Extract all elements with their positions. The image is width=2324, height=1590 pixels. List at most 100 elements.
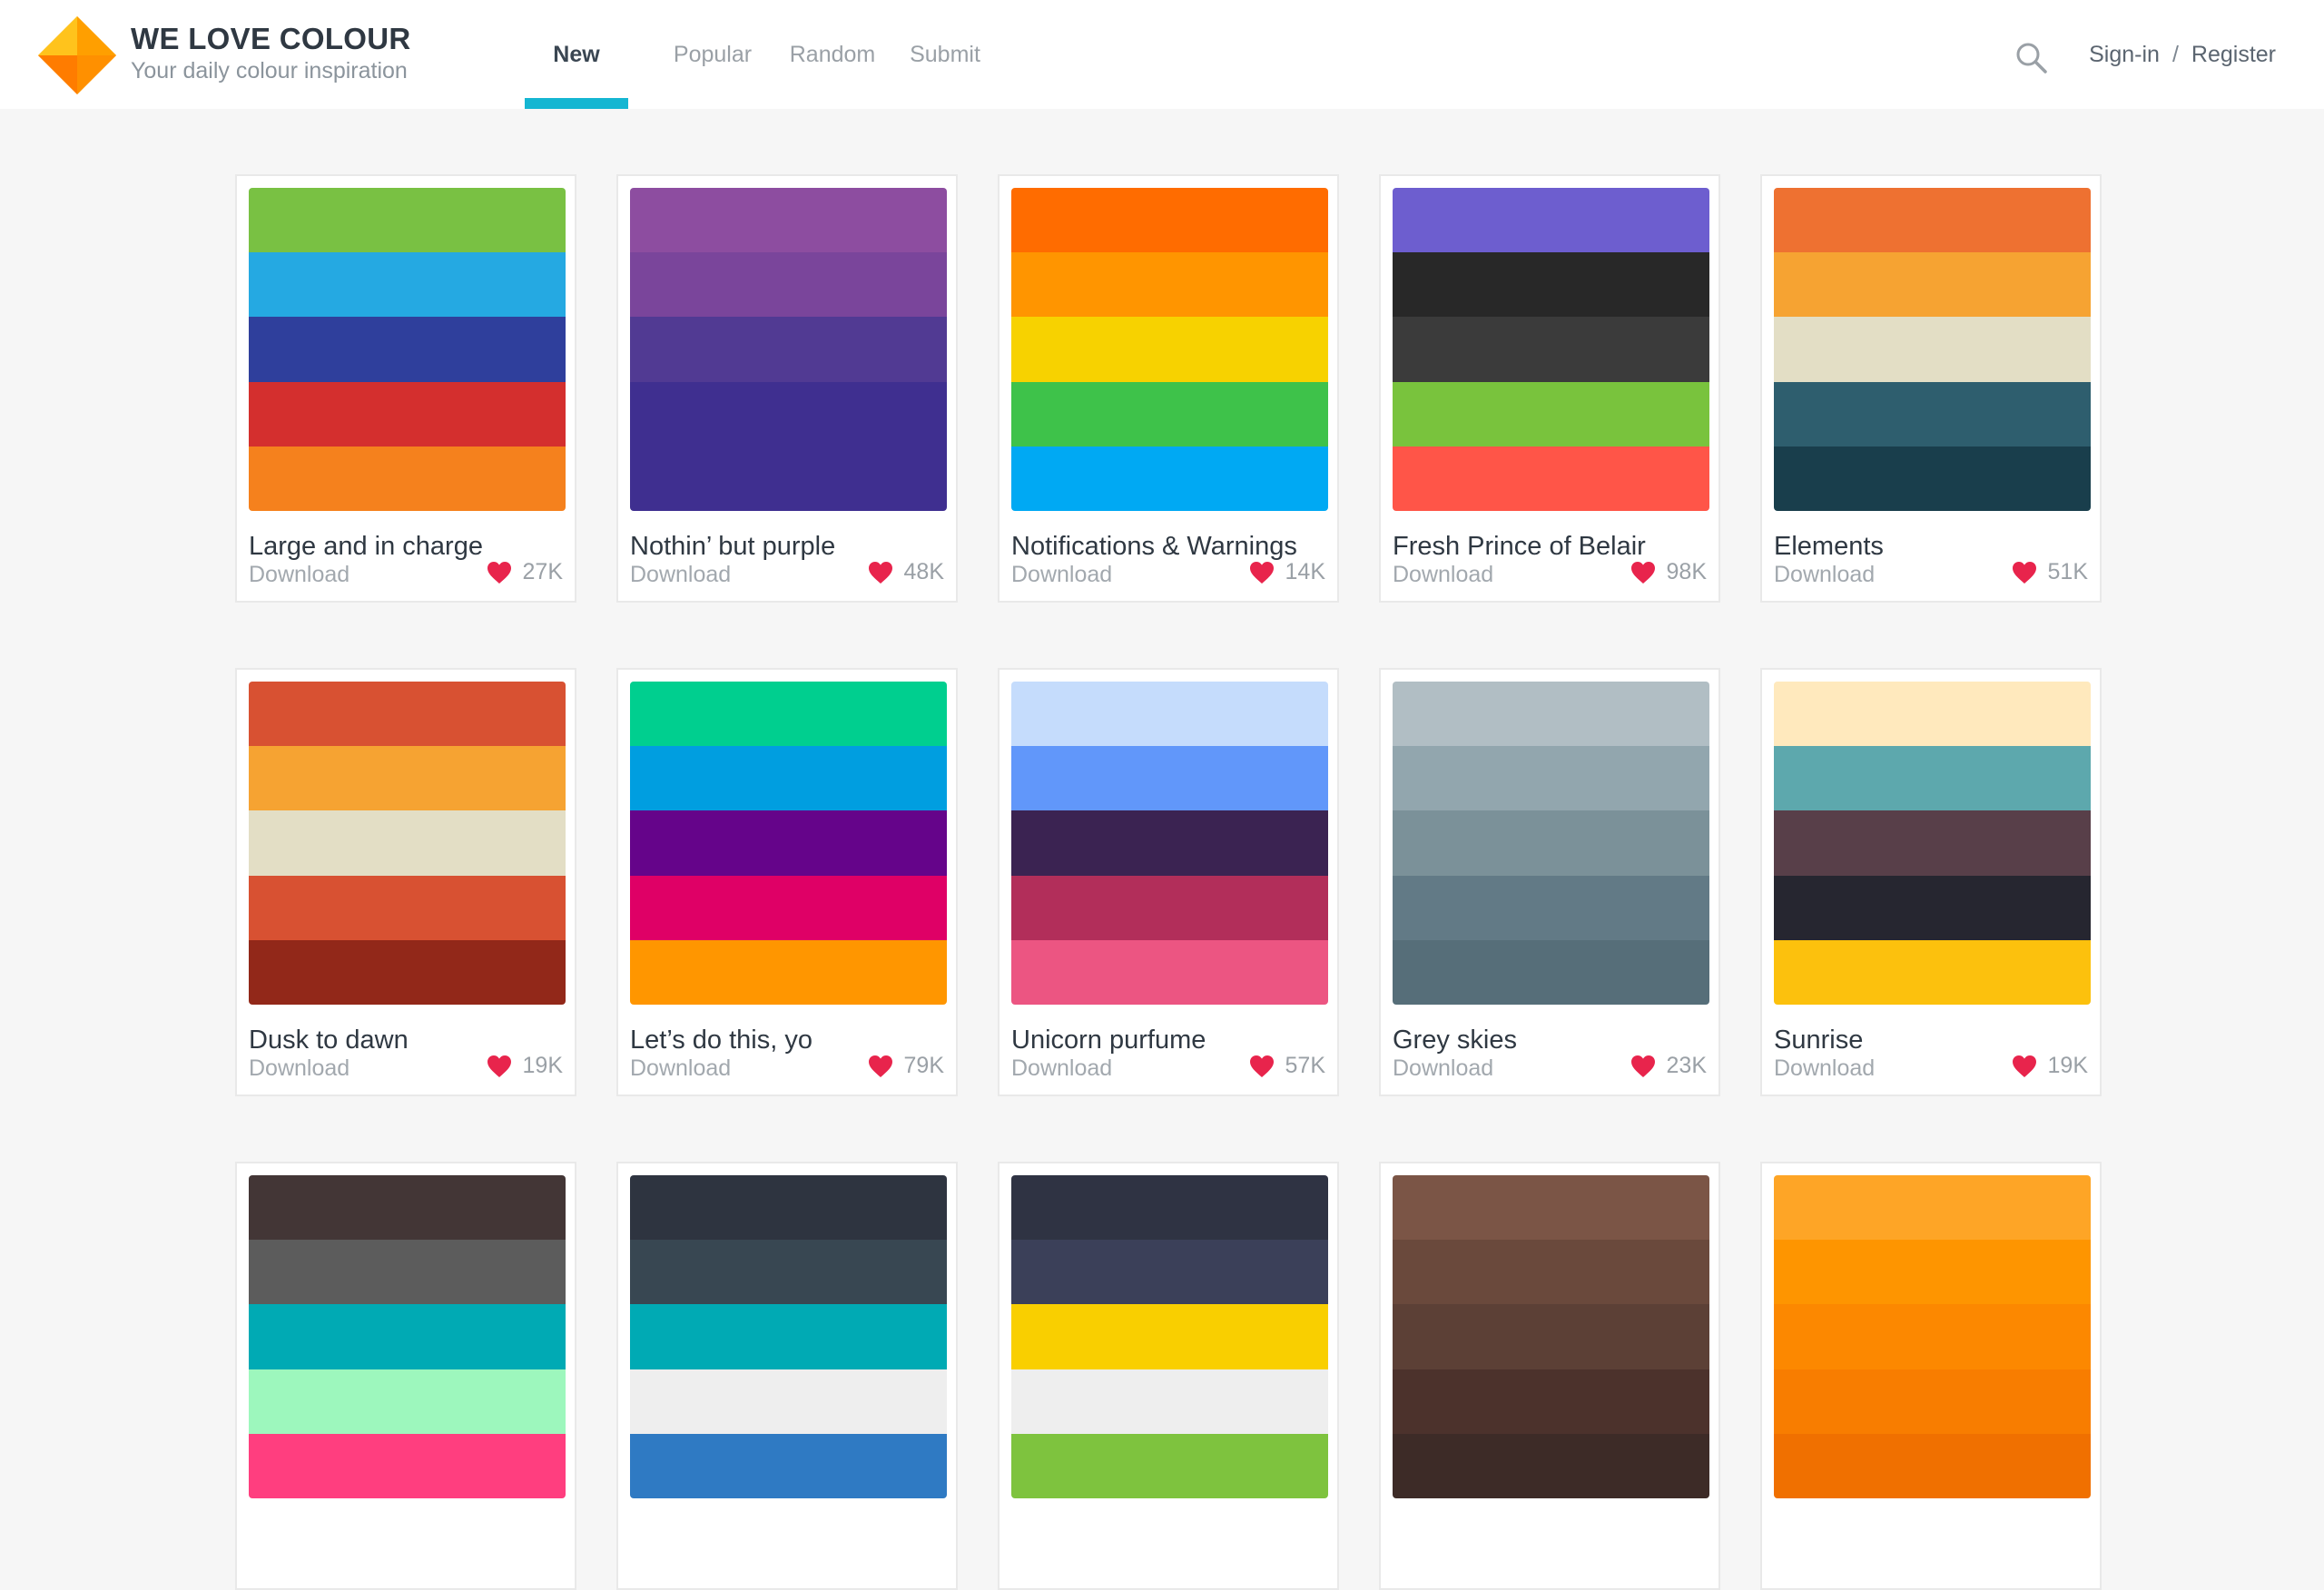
color-swatch[interactable] (1774, 1369, 2091, 1434)
color-swatch[interactable] (249, 1240, 566, 1305)
color-swatch[interactable] (1393, 1433, 1709, 1498)
palette-swatches[interactable] (249, 682, 566, 1005)
like-button[interactable]: 98K (1630, 559, 1707, 585)
color-swatch[interactable] (1774, 1433, 2091, 1498)
color-swatch[interactable] (1774, 1240, 2091, 1305)
palette-swatches[interactable] (1774, 1175, 2091, 1498)
download-link[interactable]: Download (1774, 562, 1875, 588)
register-link[interactable]: Register (2191, 42, 2276, 68)
color-swatch[interactable] (630, 1433, 947, 1498)
color-swatch[interactable] (1011, 381, 1328, 447)
palette-card[interactable]: Unicorn purfume Download 57K (998, 668, 1339, 1096)
palette-card[interactable]: Grey skies Download 23K (1379, 668, 1720, 1096)
download-link[interactable]: Download (1011, 562, 1112, 588)
color-swatch[interactable] (1393, 1369, 1709, 1434)
color-swatch[interactable] (630, 317, 947, 382)
download-link[interactable]: Download (630, 562, 731, 588)
color-swatch[interactable] (1774, 317, 2091, 382)
color-swatch[interactable] (1011, 810, 1328, 876)
color-swatch[interactable] (1011, 446, 1328, 511)
sign-in-link[interactable]: Sign-in (2089, 42, 2160, 68)
palette-card[interactable]: Notifications & Warnings Download 14K (998, 174, 1339, 603)
color-swatch[interactable] (1393, 381, 1709, 447)
color-swatch[interactable] (1774, 1304, 2091, 1369)
color-swatch[interactable] (630, 446, 947, 511)
color-swatch[interactable] (1774, 188, 2091, 253)
palette-swatches[interactable] (1011, 682, 1328, 1005)
palette-card[interactable]: Elements Download 51K (1760, 174, 2102, 603)
color-swatch[interactable] (249, 1433, 566, 1498)
color-swatch[interactable] (1774, 682, 2091, 747)
color-swatch[interactable] (1774, 381, 2091, 447)
color-swatch[interactable] (249, 381, 566, 447)
palette-swatches[interactable] (630, 188, 947, 511)
color-swatch[interactable] (1011, 746, 1328, 811)
color-swatch[interactable] (630, 810, 947, 876)
palette-swatches[interactable] (630, 1175, 947, 1498)
palette-card[interactable] (1379, 1162, 1720, 1590)
like-button[interactable]: 19K (2012, 1053, 2088, 1079)
heart-icon[interactable] (868, 1055, 893, 1078)
color-swatch[interactable] (249, 746, 566, 811)
like-button[interactable]: 23K (1630, 1053, 1707, 1079)
color-swatch[interactable] (1393, 810, 1709, 876)
color-swatch[interactable] (249, 1369, 566, 1434)
palette-swatches[interactable] (1393, 682, 1709, 1005)
color-swatch[interactable] (630, 381, 947, 447)
color-swatch[interactable] (1011, 682, 1328, 747)
color-swatch[interactable] (1774, 875, 2091, 940)
color-swatch[interactable] (1011, 1369, 1328, 1434)
color-swatch[interactable] (249, 446, 566, 511)
color-swatch[interactable] (1011, 317, 1328, 382)
color-swatch[interactable] (1393, 188, 1709, 253)
color-swatch[interactable] (630, 1304, 947, 1369)
download-link[interactable]: Download (1393, 562, 1493, 588)
color-swatch[interactable] (630, 875, 947, 940)
color-swatch[interactable] (249, 1304, 566, 1369)
download-link[interactable]: Download (1774, 1055, 1875, 1082)
color-swatch[interactable] (1393, 1175, 1709, 1241)
palette-swatches[interactable] (1774, 188, 2091, 511)
color-swatch[interactable] (249, 682, 566, 747)
tab-random[interactable]: Random (784, 0, 881, 109)
palette-card[interactable]: Let’s do this, yo Download 79K (616, 668, 958, 1096)
color-swatch[interactable] (1011, 1304, 1328, 1369)
color-swatch[interactable] (249, 810, 566, 876)
heart-icon[interactable] (487, 1055, 512, 1078)
color-swatch[interactable] (1011, 875, 1328, 940)
palette-card[interactable] (616, 1162, 958, 1590)
palette-card[interactable]: Fresh Prince of Belair Download 98K (1379, 174, 1720, 603)
heart-icon[interactable] (1630, 1055, 1656, 1078)
download-link[interactable]: Download (1011, 1055, 1112, 1082)
palette-card[interactable]: Large and in charge Download 27K (235, 174, 576, 603)
heart-icon[interactable] (487, 561, 512, 584)
like-button[interactable]: 51K (2012, 559, 2088, 585)
download-link[interactable]: Download (249, 562, 350, 588)
tab-popular[interactable]: Popular (661, 0, 764, 109)
color-swatch[interactable] (1011, 1175, 1328, 1241)
color-swatch[interactable] (630, 1175, 947, 1241)
brand-title[interactable]: WE LOVE COLOUR (131, 22, 411, 56)
download-link[interactable]: Download (1393, 1055, 1493, 1082)
palette-swatches[interactable] (1393, 188, 1709, 511)
color-swatch[interactable] (249, 1175, 566, 1241)
color-swatch[interactable] (1774, 446, 2091, 511)
color-swatch[interactable] (1774, 746, 2091, 811)
palette-swatches[interactable] (1774, 682, 2091, 1005)
palette-card[interactable] (1760, 1162, 2102, 1590)
color-swatch[interactable] (1774, 252, 2091, 318)
color-swatch[interactable] (1011, 939, 1328, 1005)
like-button[interactable]: 48K (868, 559, 944, 585)
color-swatch[interactable] (1011, 1240, 1328, 1305)
color-swatch[interactable] (249, 188, 566, 253)
palette-card[interactable]: Nothin’ but purple Download 48K (616, 174, 958, 603)
color-swatch[interactable] (1393, 1240, 1709, 1305)
palette-swatches[interactable] (1393, 1175, 1709, 1498)
download-link[interactable]: Download (249, 1055, 350, 1082)
download-link[interactable]: Download (630, 1055, 731, 1082)
color-swatch[interactable] (1774, 939, 2091, 1005)
diamond-logo-icon[interactable] (38, 16, 116, 94)
color-swatch[interactable] (249, 939, 566, 1005)
color-swatch[interactable] (1393, 746, 1709, 811)
color-swatch[interactable] (630, 252, 947, 318)
